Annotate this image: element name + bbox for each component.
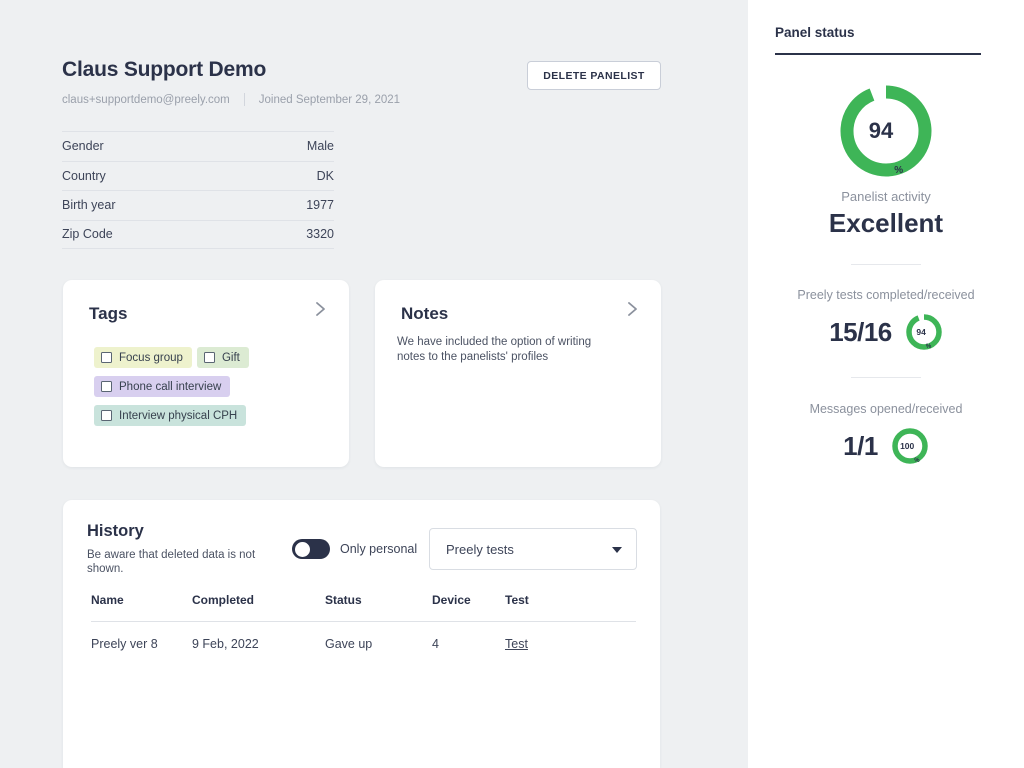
panel-divider — [851, 264, 921, 265]
badge-percent-symbol: % — [926, 344, 931, 350]
cell-completed: 9 Feb, 2022 — [192, 622, 325, 652]
main-workspace: Claus Support Demo DELETE PANELIST claus… — [0, 0, 748, 768]
chevron-down-icon — [612, 547, 622, 553]
tag-chip[interactable]: Focus group — [94, 347, 192, 368]
messages-badge-donut: 100% — [891, 427, 929, 465]
page-title: Claus Support Demo — [62, 58, 266, 82]
tag-checkbox[interactable] — [101, 352, 112, 363]
test-link[interactable]: Test — [505, 637, 528, 651]
info-label: Country — [62, 169, 106, 183]
column-header-device: Device — [432, 593, 505, 622]
info-label: Gender — [62, 139, 104, 153]
tag-checkbox[interactable] — [204, 352, 215, 363]
tag-label: Focus group — [119, 352, 183, 364]
notes-card: Notes We have included the option of wri… — [375, 280, 661, 467]
chevron-right-icon[interactable] — [311, 300, 329, 318]
activity-label: Panelist activity — [748, 189, 1024, 204]
info-label: Birth year — [62, 198, 116, 212]
badge-number: 100 — [900, 442, 914, 451]
activity-donut-chart: 94% — [838, 83, 934, 179]
info-value: 1977 — [306, 198, 334, 212]
tag-label: Phone call interview — [119, 381, 221, 393]
info-label: Zip Code — [62, 227, 113, 241]
info-value: DK — [317, 169, 334, 183]
table-row: Country DK — [62, 161, 334, 191]
tags-card: Tags Focus group Gift Phone call intervi… — [63, 280, 349, 467]
column-header-completed: Completed — [192, 593, 325, 622]
tests-badge-donut: 94% — [905, 313, 943, 351]
cell-status: Gave up — [325, 622, 432, 652]
tag-label: Gift — [222, 352, 240, 364]
history-table: Name Completed Status Device Test Preely… — [91, 593, 636, 651]
notes-card-title: Notes — [401, 304, 448, 324]
info-value: 3320 — [306, 227, 334, 241]
column-header-status: Status — [325, 593, 432, 622]
tag-chip[interactable]: Gift — [197, 347, 249, 368]
only-personal-toggle[interactable] — [292, 539, 330, 559]
cell-device: 4 — [432, 622, 505, 652]
meta-divider — [244, 93, 245, 106]
badge-percent-symbol: % — [914, 458, 919, 464]
panelist-info-table: Gender Male Country DK Birth year 1977 Z… — [62, 131, 334, 249]
chevron-right-icon[interactable] — [623, 300, 641, 318]
stat-value-messages: 1/1 — [843, 431, 878, 462]
stat-row-messages: 1/1 100% — [748, 427, 1024, 465]
history-type-value: Preely tests — [446, 542, 514, 557]
percent-symbol: % — [894, 166, 903, 176]
history-type-select[interactable]: Preely tests — [429, 528, 637, 570]
notes-body-text: We have included the option of writing n… — [397, 335, 612, 365]
activity-rating: Excellent — [748, 208, 1024, 239]
stat-row-tests: 15/16 94% — [748, 313, 1024, 351]
cell-name: Preely ver 8 — [91, 622, 192, 652]
column-header-name: Name — [91, 593, 192, 622]
panelist-joined-date: Joined September 29, 2021 — [259, 94, 400, 106]
activity-percent-number: 94 — [869, 120, 893, 142]
messages-badge-percent: 100% — [891, 427, 929, 465]
tag-checkbox[interactable] — [101, 410, 112, 421]
panelist-detail-page: Claus Support Demo DELETE PANELIST claus… — [0, 0, 1024, 768]
panel-status-sidebar: Panel status 94% Panelist activity Excel… — [748, 0, 1024, 768]
panelist-meta: claus+supportdemo@preely.com Joined Sept… — [62, 93, 400, 106]
tag-checkbox[interactable] — [101, 381, 112, 392]
only-personal-label: Only personal — [340, 542, 417, 556]
stat-label-messages: Messages opened/received — [748, 402, 1024, 416]
history-card: History Be aware that deleted data is no… — [63, 500, 660, 768]
panel-status-title: Panel status — [775, 25, 855, 40]
table-row: Gender Male — [62, 131, 334, 161]
tag-chip[interactable]: Phone call interview — [94, 376, 230, 397]
tag-label: Interview physical CPH — [119, 410, 237, 422]
panel-title-underline — [775, 53, 981, 55]
delete-panelist-button[interactable]: DELETE PANELIST — [527, 61, 661, 90]
info-value: Male — [307, 139, 334, 153]
activity-percent: 94% — [838, 83, 934, 179]
table-header-row: Name Completed Status Device Test — [91, 593, 636, 622]
stat-value-tests: 15/16 — [829, 317, 892, 348]
tags-card-title: Tags — [89, 304, 127, 324]
panelist-email: claus+supportdemo@preely.com — [62, 94, 230, 106]
column-header-test: Test — [505, 593, 636, 622]
badge-number: 94 — [916, 328, 925, 337]
history-subtitle: Be aware that deleted data is not shown. — [87, 548, 272, 576]
activity-donut-wrap: 94% — [748, 83, 1024, 179]
history-title: History — [87, 522, 144, 541]
tests-badge-percent: 94% — [905, 313, 943, 351]
toggle-knob — [295, 542, 310, 557]
table-row: Preely ver 8 9 Feb, 2022 Gave up 4 Test — [91, 622, 636, 652]
stat-label-tests: Preely tests completed/received — [748, 288, 1024, 302]
tag-list: Focus group Gift Phone call interview In… — [94, 347, 324, 426]
tag-chip[interactable]: Interview physical CPH — [94, 405, 246, 426]
table-row: Birth year 1977 — [62, 190, 334, 220]
page-header: Claus Support Demo DELETE PANELIST — [62, 58, 662, 98]
table-row: Zip Code 3320 — [62, 220, 334, 250]
panel-divider — [851, 377, 921, 378]
